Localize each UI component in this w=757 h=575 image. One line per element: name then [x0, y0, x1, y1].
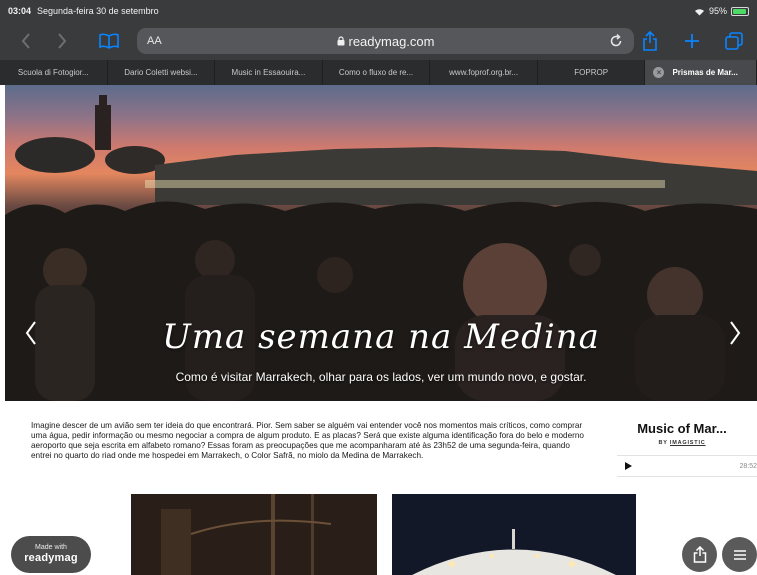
tab-label: Dario Coletti websi...	[124, 68, 198, 77]
tab-label: www.foprof.org.br...	[449, 68, 519, 77]
badge-logo: readymag	[24, 552, 78, 564]
tab-item[interactable]: Scuola di Fotogior...	[0, 60, 108, 85]
play-icon[interactable]	[625, 462, 632, 470]
close-tab-icon[interactable]: ×	[653, 67, 665, 78]
tabs-overview-button[interactable]	[721, 28, 747, 54]
text-size-button[interactable]: AA	[147, 35, 162, 47]
hero-subtitle: Como é visitar Marrakech, olhar para os …	[175, 370, 587, 384]
tab-item[interactable]: Music in Essaouira...	[215, 60, 323, 85]
article-intro: Imagine descer de um avião sem ter ideia…	[31, 421, 584, 460]
hero-title: Uma semana na Medina	[162, 317, 600, 357]
share-icon	[693, 546, 706, 563]
toolbar-actions	[637, 28, 747, 54]
photo-image	[131, 494, 377, 575]
tab-label: FOPROP	[574, 68, 609, 77]
battery-percent: 95%	[708, 6, 727, 16]
lock-icon	[337, 36, 344, 46]
hero-image: Uma semana na Medina Como é visitar Marr…	[5, 85, 757, 401]
music-title[interactable]: Music of Mar...	[607, 421, 757, 436]
url-text: readymag.com	[348, 33, 435, 49]
page-menu-button[interactable]	[722, 537, 757, 572]
gallery-photo[interactable]	[392, 494, 636, 575]
tab-item[interactable]: Dario Coletti websi...	[108, 60, 216, 85]
tab-bar: Scuola di Fotogior... Dario Coletti webs…	[0, 60, 757, 85]
status-bar: 03:04 Segunda-feira 30 de setembro 95%	[0, 0, 757, 22]
tab-item[interactable]: www.foprof.org.br...	[430, 60, 538, 85]
music-widget: Music of Mar... BY IMAGISTIC 28:52	[617, 421, 757, 477]
share-icon	[643, 31, 657, 51]
url-display: readymag.com	[137, 34, 634, 49]
tab-label: Scuola di Fotogior...	[17, 68, 89, 77]
new-tab-button[interactable]	[679, 28, 705, 54]
address-bar[interactable]: AA readymag.com	[137, 28, 634, 54]
tab-label: Music in Essaouira...	[231, 68, 306, 77]
track-duration: 28:52	[739, 462, 757, 470]
plus-icon	[685, 34, 699, 48]
gallery-photo[interactable]	[131, 494, 377, 575]
photo-image	[392, 494, 636, 575]
back-button[interactable]	[12, 27, 40, 55]
tab-label: Como o fluxo de re...	[338, 68, 414, 77]
tab-label: Prismas de Mar...	[672, 68, 738, 77]
reload-icon[interactable]	[608, 33, 624, 49]
tab-item-active[interactable]: × Prismas de Mar...	[645, 60, 757, 85]
status-time: 03:04	[8, 6, 32, 16]
wifi-icon	[694, 8, 704, 15]
chevron-right-icon	[58, 33, 67, 49]
forward-button[interactable]	[48, 27, 76, 55]
badge-line1: Made with	[35, 544, 67, 551]
music-byline: BY IMAGISTIC	[607, 440, 757, 446]
browser-toolbar: AA readymag.com	[0, 22, 757, 60]
chevron-left-icon	[21, 33, 30, 49]
battery-fill	[733, 8, 747, 14]
music-author-link[interactable]: IMAGISTIC	[670, 440, 706, 446]
share-button[interactable]	[637, 28, 663, 54]
battery-icon	[731, 6, 749, 16]
tabs-icon	[725, 32, 743, 50]
music-by-label: BY	[658, 440, 668, 446]
audio-player: 28:52	[617, 455, 757, 477]
made-with-readymag-badge[interactable]: Made with readymag	[11, 536, 91, 573]
page-share-button[interactable]	[682, 537, 717, 572]
bookmarks-button[interactable]	[96, 28, 122, 54]
status-date: Segunda-feira 30 de setembro	[37, 6, 159, 16]
book-icon	[99, 33, 119, 49]
status-right: 95%	[694, 6, 749, 16]
tab-item[interactable]: FOPROP	[538, 60, 646, 85]
hamburger-menu-icon	[733, 549, 746, 560]
tab-item[interactable]: Como o fluxo de re...	[323, 60, 431, 85]
